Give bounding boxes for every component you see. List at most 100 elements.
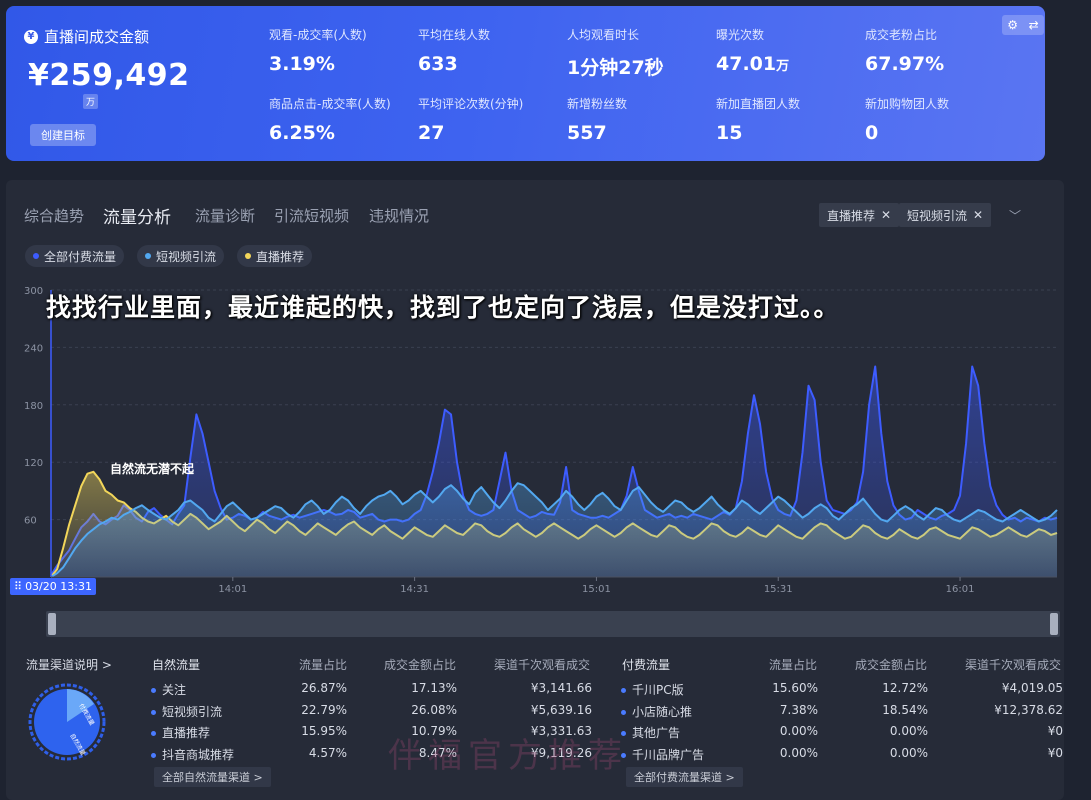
x-tick-label: 14:01: [218, 584, 247, 595]
see-all-natural-button[interactable]: 全部自然流量渠道 >: [154, 767, 271, 787]
channel-row-name: 其他广告: [621, 724, 680, 741]
row-bullet: [151, 731, 156, 736]
yen-icon: ¥: [24, 29, 38, 44]
legend-label: 直播推荐: [256, 249, 305, 264]
y-tick-label: 60: [24, 516, 37, 527]
legend-short-video[interactable]: 短视频引流: [137, 245, 225, 267]
create-target-button[interactable]: 创建目标: [30, 124, 96, 146]
tab-traffic-diagnosis[interactable]: 流量诊断: [195, 205, 255, 226]
see-all-paid-button[interactable]: 全部付费流量渠道 >: [626, 767, 743, 787]
tab-traffic-analysis[interactable]: 流量分析: [103, 203, 171, 228]
legend-paid-traffic[interactable]: 全部付费流量: [25, 245, 125, 267]
channel-name: 小店随心推: [632, 704, 693, 719]
y-tick-label: 240: [24, 343, 43, 354]
y-tick-label: 300: [24, 286, 43, 297]
tab-short-video[interactable]: 引流短视频: [274, 205, 349, 226]
channel-title-label: 流量渠道说明: [26, 658, 99, 672]
channel-row-per-k: ¥3,141.66: [530, 681, 592, 695]
filter-tag-live-recommend[interactable]: 直播推荐 ✕: [819, 203, 900, 227]
channel-row-share: 4.57%: [308, 745, 347, 760]
channel-row-name: 千川PC版: [621, 681, 684, 698]
paid-traffic-title: 付费流量: [622, 658, 671, 672]
metric-number: 47.01: [716, 53, 777, 75]
paid-header-gmv-share: 成交金额占比: [855, 658, 928, 672]
channel-row-share: 15.60%: [772, 681, 818, 695]
channel-row-per-k: ¥12,378.62: [994, 702, 1063, 717]
time-start-badge[interactable]: ⠿ 03/20 13:31: [10, 578, 96, 595]
slider-handle-left[interactable]: [48, 613, 56, 635]
channel-row-name: 小店随心推: [621, 703, 692, 720]
swap-icon[interactable]: ⇄: [1029, 18, 1039, 32]
gear-icon[interactable]: ⚙: [1007, 18, 1018, 32]
chart-annotation: 自然流无潜不起: [110, 462, 195, 476]
summary-card: ¥ 直播间成交金额 ¥259,492 万 创建目标 观看-成交率(人数) 3.1…: [6, 6, 1045, 161]
channel-name: 抖音商城推荐: [162, 747, 235, 762]
tab-overview[interactable]: 综合趋势: [24, 205, 84, 226]
drag-handle-icon: ⠿: [14, 580, 23, 593]
row-bullet: [151, 752, 156, 758]
metric-impressions: 曝光次数 47.01万: [716, 26, 789, 75]
card-tools: ⚙ ⇄: [1002, 15, 1044, 35]
legend-dot: [245, 253, 251, 259]
channel-row-name: 抖音商城推荐: [151, 746, 234, 763]
channel-row-share: 0.00%: [779, 724, 818, 738]
y-tick-label: 120: [24, 458, 43, 469]
filter-tag-label: 短视频引流: [907, 208, 968, 223]
channel-row-share: 26.87%: [301, 681, 347, 695]
metric-new-live-group: 新加直播团人数 15: [716, 95, 800, 144]
paid-header-per-k: 渠道千次观看成交: [965, 658, 1062, 672]
channel-explanation-link[interactable]: 流量渠道说明 >: [26, 656, 112, 673]
channel-name: 千川PC版: [632, 683, 684, 697]
channel-row-gmv-share: 17.13%: [411, 681, 457, 695]
channel-row-share: 15.95%: [301, 724, 347, 738]
slider-handle-right[interactable]: [1050, 613, 1058, 635]
row-bullet: [621, 709, 626, 715]
channel-row-share: 22.79%: [301, 702, 347, 717]
metric-avg-watch-time: 人均观看时长 1分钟27秒: [567, 26, 664, 80]
metric-label: 平均在线人数: [418, 28, 491, 42]
metric-value: 67.97%: [865, 53, 945, 75]
time-start-label: 03/20 13:31: [25, 580, 92, 593]
time-range-slider[interactable]: [46, 611, 1060, 637]
metric-value: 3.19%: [269, 53, 335, 75]
x-tick-label: 15:01: [582, 584, 611, 595]
filter-tag-label: 直播推荐: [827, 208, 876, 223]
channel-row-gmv-share: 0.00%: [889, 724, 928, 738]
chevron-down-icon[interactable]: ﹀: [1005, 205, 1025, 225]
row-bullet: [151, 709, 156, 715]
traffic-donut-chart[interactable]: 付费流量 自然流量: [28, 683, 106, 761]
close-icon[interactable]: ✕: [881, 208, 891, 222]
filter-tag-short-video[interactable]: 短视频引流 ✕: [899, 203, 992, 227]
paid-header-share: 流量占比: [769, 658, 818, 672]
traffic-trend-chart[interactable]: 300 240 180 120 60 14:01 14:31 15:01 15:31 16:01: [0, 280, 1091, 600]
channel-name: 关注: [162, 683, 187, 697]
legend-live-recommend[interactable]: 直播推荐: [237, 245, 313, 267]
channel-name: 直播推荐: [162, 726, 211, 740]
metric-value: 1分钟27秒: [567, 57, 664, 79]
gmv-title: ¥ 直播间成交金额: [24, 26, 149, 47]
metric-unit: 万: [776, 59, 790, 74]
metric-view-conversion: 观看-成交率(人数) 3.19%: [269, 26, 367, 75]
natural-header-share: 流量占比: [299, 658, 348, 672]
metric-label: 观看-成交率(人数): [269, 28, 367, 42]
metric-new-shop-group: 新加购物团人数 0: [865, 95, 949, 144]
gmv-value: ¥259,492: [28, 58, 190, 93]
x-tick-label: 14:31: [400, 584, 429, 595]
video-caption: 找找行业里面，最近谁起的快，找到了也定向了浅层，但是没打过。。: [46, 293, 840, 322]
legend-dot: [33, 253, 39, 259]
chart-series: [50, 365, 1058, 578]
row-bullet: [151, 688, 156, 693]
tab-violations[interactable]: 违规情况: [369, 205, 429, 226]
gmv-title-label: 直播间成交金额: [44, 28, 150, 46]
channel-name: 其他广告: [632, 726, 681, 740]
natural-header-gmv-share: 成交金额占比: [384, 658, 457, 672]
metric-value: 27: [418, 122, 445, 144]
close-icon[interactable]: ✕: [973, 208, 983, 222]
metric-new-fans: 新增粉丝数 557: [567, 95, 627, 144]
channel-row-name: 关注: [151, 681, 186, 698]
metric-label: 平均评论次数(分钟): [418, 97, 524, 111]
metric-value: 47.01万: [716, 53, 789, 75]
channel-row-per-k: ¥0: [1047, 745, 1063, 760]
metric-value: 633: [418, 53, 458, 75]
row-bullet: [621, 688, 626, 693]
